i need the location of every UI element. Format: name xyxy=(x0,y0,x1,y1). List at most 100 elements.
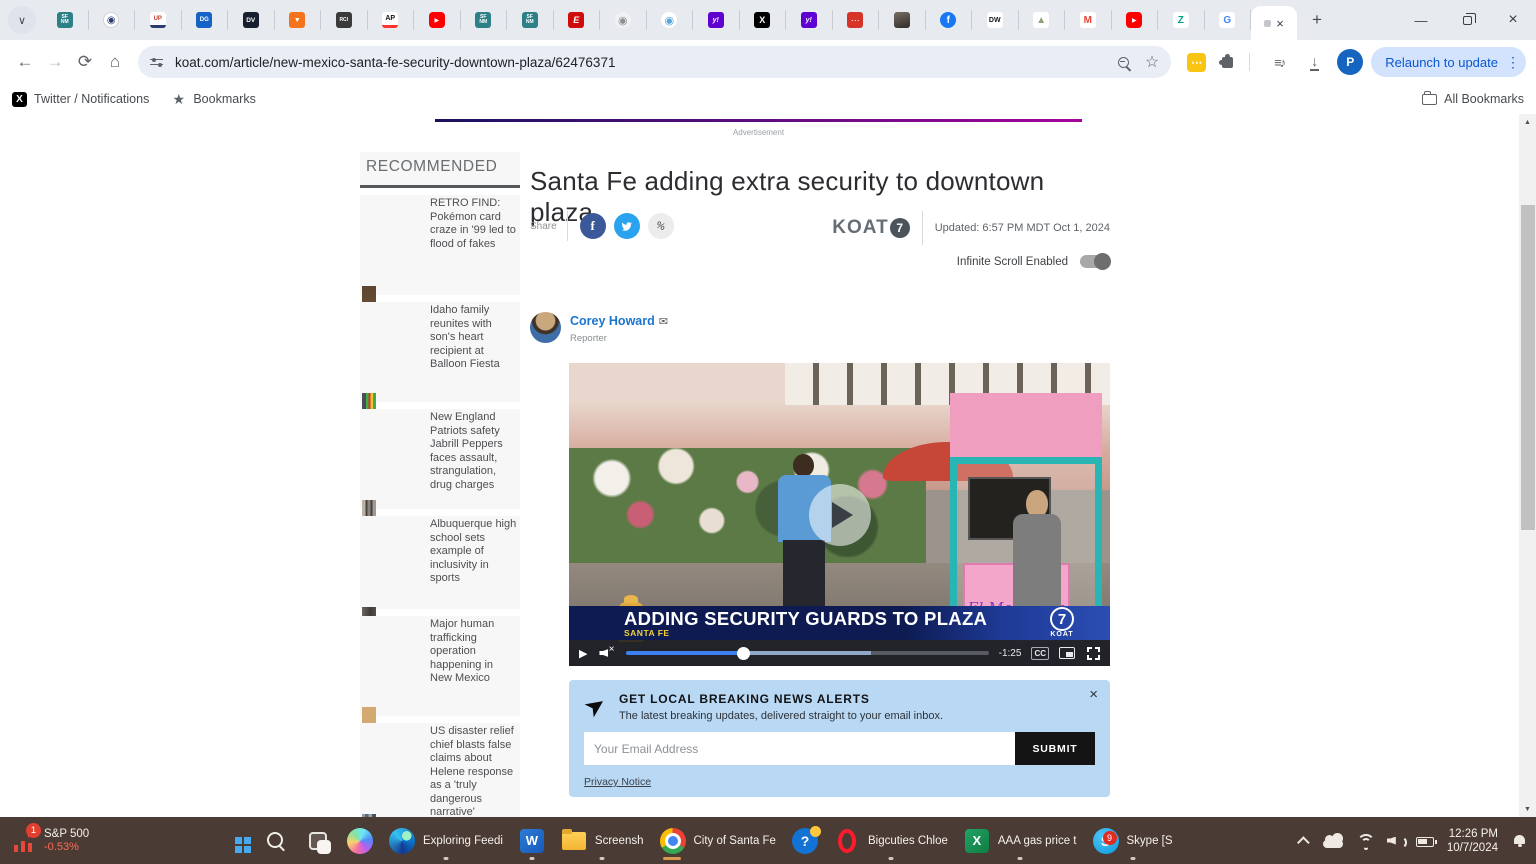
back-button[interactable]: ← xyxy=(10,47,40,77)
mute-icon[interactable] xyxy=(599,647,612,659)
fullscreen-button[interactable] xyxy=(1087,647,1100,660)
pinned-tab[interactable]: ▲ xyxy=(1019,10,1066,30)
pinned-tab[interactable]: AP xyxy=(368,10,415,30)
pinned-tab[interactable]: y! xyxy=(693,10,740,30)
scroll-down-arrow[interactable]: ▼ xyxy=(1519,801,1536,817)
relaunch-button[interactable]: Relaunch to update ⋮ xyxy=(1371,47,1526,77)
pinned-tab[interactable]: RCI xyxy=(321,10,368,30)
tab-search-button[interactable]: ∨ xyxy=(8,6,36,34)
copilot-button[interactable] xyxy=(339,821,381,861)
facebook-share-button[interactable]: f xyxy=(580,213,606,239)
pinned-tab[interactable]: ◉ xyxy=(647,10,694,30)
onedrive-icon[interactable] xyxy=(1323,840,1343,848)
explorer-app[interactable]: Screensh xyxy=(553,821,652,861)
twitter-share-button[interactable] xyxy=(614,213,640,239)
email-field[interactable] xyxy=(584,732,1015,765)
email-envelope-icon[interactable]: ✉ xyxy=(659,316,668,328)
pinned-tab[interactable]: DV xyxy=(228,10,275,30)
extension-icon[interactable]: ⋯ xyxy=(1187,53,1206,72)
recommended-item[interactable]: US disaster relief chief blasts false cl… xyxy=(360,723,520,817)
close-window-button[interactable]: × xyxy=(1490,0,1536,40)
recommended-item[interactable]: New England Patriots safety Jabrill Pepp… xyxy=(360,409,520,509)
pinned-tab[interactable] xyxy=(879,10,926,30)
url-text[interactable]: koat.com/article/new-mexico-santa-fe-sec… xyxy=(175,55,1118,70)
play-button[interactable]: ▶ xyxy=(579,647,587,660)
pinned-tab[interactable]: ▼ xyxy=(275,10,322,30)
privacy-notice-link[interactable]: Privacy Notice xyxy=(584,776,651,788)
progress-knob[interactable] xyxy=(737,647,750,660)
battery-icon[interactable] xyxy=(1416,837,1434,847)
media-controls-icon[interactable]: ≡♪ xyxy=(1264,47,1294,77)
volume-icon[interactable] xyxy=(1387,834,1403,848)
pinned-tab[interactable]: SF NM xyxy=(42,10,89,30)
zoom-icon[interactable] xyxy=(1118,57,1129,68)
pinned-tab[interactable]: E xyxy=(554,10,601,30)
word-app[interactable] xyxy=(511,821,553,861)
pinned-tab[interactable]: UP xyxy=(135,10,182,30)
pinned-tab[interactable]: Z xyxy=(1158,10,1205,30)
forward-button[interactable]: → xyxy=(40,47,70,77)
pinned-tab[interactable]: G xyxy=(1205,10,1252,30)
reload-button[interactable]: ⟳ xyxy=(70,47,100,77)
notifications-bell-icon[interactable] xyxy=(1513,835,1526,847)
author-name-link[interactable]: Corey Howard xyxy=(570,314,655,328)
wifi-icon[interactable] xyxy=(1356,834,1374,848)
stocks-widget[interactable]: 1 S&P 500 -0.53% xyxy=(8,817,95,864)
maximize-button[interactable] xyxy=(1444,0,1490,40)
progress-bar[interactable] xyxy=(626,651,988,655)
close-icon[interactable]: × xyxy=(1089,686,1098,703)
captions-button[interactable]: CC xyxy=(1031,647,1049,660)
submit-button[interactable]: SUBMIT xyxy=(1015,732,1095,765)
start-button[interactable] xyxy=(222,821,255,861)
pinned-tab[interactable]: ▶ xyxy=(1112,10,1159,30)
bookmark-item[interactable]: Twitter / Notifications xyxy=(12,92,149,107)
edge-app[interactable]: Exploring Feedi xyxy=(381,821,511,861)
chrome-app[interactable]: City of Santa Fe xyxy=(652,821,784,861)
pinned-tab[interactable]: ◉ xyxy=(600,10,647,30)
pinned-tab[interactable]: DG xyxy=(182,10,229,30)
active-tab[interactable]: × xyxy=(1251,6,1297,40)
minimize-button[interactable]: — xyxy=(1398,0,1444,40)
site-settings-icon[interactable] xyxy=(150,56,165,69)
recommended-item[interactable]: Albuquerque high school sets example of … xyxy=(360,516,520,609)
help-app[interactable] xyxy=(784,821,826,861)
opera-app[interactable]: Bigcuties Chloe xyxy=(826,821,956,861)
pip-button[interactable] xyxy=(1059,647,1075,659)
pinned-tab[interactable]: X xyxy=(740,10,787,30)
pinned-tab[interactable]: f xyxy=(926,10,973,30)
close-tab-icon[interactable]: × xyxy=(1276,16,1284,31)
all-bookmarks[interactable]: All Bookmarks xyxy=(1422,92,1524,106)
skype-app[interactable]: 9Skype [S xyxy=(1085,821,1181,861)
search-button[interactable] xyxy=(255,821,297,861)
pinned-tab[interactable]: DW xyxy=(972,10,1019,30)
pinned-tab[interactable]: SF NM xyxy=(507,10,554,30)
task-view-button[interactable] xyxy=(297,821,339,861)
recommended-item[interactable]: RETRO FIND: Pokémon card craze in '99 le… xyxy=(360,195,520,295)
infinite-scroll-toggle[interactable] xyxy=(1080,255,1110,268)
new-tab-button[interactable]: + xyxy=(1303,6,1331,34)
menu-dots-icon[interactable]: ⋮ xyxy=(1506,54,1520,71)
pinned-tab[interactable]: ⋯ xyxy=(833,10,880,30)
pinned-tab[interactable]: ▶ xyxy=(414,10,461,30)
pinned-tab[interactable]: M xyxy=(1065,10,1112,30)
profile-avatar[interactable]: P xyxy=(1337,49,1363,75)
tray-chevron-icon[interactable] xyxy=(1297,836,1310,849)
pinned-tab[interactable]: ◉ xyxy=(89,10,136,30)
video-player[interactable]: El Molero Fa ADDING SECURITY GUARDS TO P… xyxy=(569,363,1110,666)
play-overlay-button[interactable] xyxy=(809,484,871,546)
home-button[interactable]: ⌂ xyxy=(100,47,130,77)
bookmark-item[interactable]: Bookmarks xyxy=(171,92,256,107)
recommended-item[interactable]: Idaho family reunites with son's heart r… xyxy=(360,302,520,402)
extensions-puzzle-icon[interactable] xyxy=(1222,57,1233,68)
scroll-up-arrow[interactable]: ▲ xyxy=(1519,114,1536,130)
address-bar[interactable]: koat.com/article/new-mexico-santa-fe-sec… xyxy=(138,46,1171,78)
pinned-tab[interactable]: y! xyxy=(786,10,833,30)
excel-app[interactable]: AAA gas price t xyxy=(956,821,1085,861)
downloads-icon[interactable]: ↓ xyxy=(1310,54,1319,71)
page-scrollbar[interactable]: ▲ ▼ xyxy=(1519,114,1536,817)
copy-link-button[interactable]: % xyxy=(648,213,674,239)
clock[interactable]: 12:26 PM 10/7/2024 xyxy=(1447,827,1498,855)
scrollbar-thumb[interactable] xyxy=(1521,205,1535,530)
bookmark-star-icon[interactable]: ☆ xyxy=(1145,52,1159,72)
recommended-item[interactable]: Major human trafficking operation happen… xyxy=(360,616,520,716)
